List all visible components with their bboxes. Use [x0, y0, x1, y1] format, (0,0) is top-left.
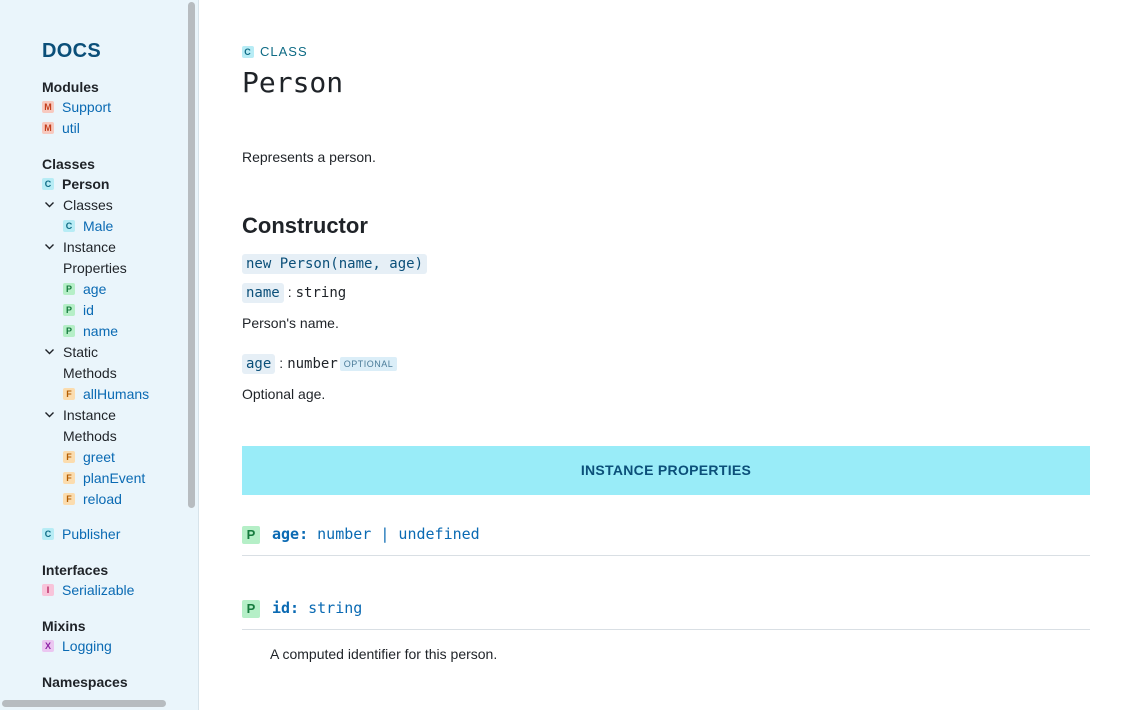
sidebar-item-id[interactable]: Pid: [63, 300, 94, 321]
property-signature: id: string: [272, 599, 362, 617]
sidebar-item-label: Male: [83, 218, 114, 234]
property-icon: P: [63, 325, 75, 338]
chevron-down-icon[interactable]: [44, 346, 55, 357]
class-description: Represents a person.: [242, 149, 376, 165]
param-description: Optional age.: [242, 386, 326, 402]
sidebar-item-label: age: [83, 281, 107, 297]
param-description: Person's name.: [242, 315, 339, 331]
tree-group-instance-properties-line2: Properties: [63, 260, 127, 276]
class-icon: C: [42, 178, 54, 191]
class-icon: C: [242, 45, 254, 58]
sidebar-item-label: Logging: [62, 638, 112, 654]
kind-text: CLASS: [260, 44, 308, 59]
param-type: string: [295, 285, 347, 301]
param-name: name: string: [242, 283, 347, 303]
sidebar-item-label: Serializable: [62, 582, 135, 598]
chevron-down-icon[interactable]: [44, 241, 55, 252]
param-colon: :: [287, 284, 292, 300]
sidebar-item-label: name: [83, 323, 119, 339]
tree-group-instance-methods-line2: Methods: [63, 428, 117, 444]
mixin-icon: X: [42, 640, 54, 653]
property-id[interactable]: P id: string: [242, 595, 1090, 630]
page-title: Person: [242, 66, 344, 99]
tree-group-instance-properties[interactable]: Instance: [63, 237, 116, 258]
kind-label: C CLASS: [242, 44, 308, 59]
function-icon: F: [63, 493, 75, 506]
sidebar-item-name[interactable]: Pname: [63, 321, 118, 342]
section-mixins: Mixins: [42, 618, 86, 634]
property-type: string: [308, 599, 363, 617]
param-name-code: name: [242, 283, 284, 303]
param-age: age: number OPTIONAL: [242, 354, 398, 374]
sidebar-item-allhumans[interactable]: FallHumans: [63, 384, 149, 405]
signature-code: new Person(name, age): [242, 254, 428, 274]
property-type: number | undefined: [317, 525, 480, 543]
section-interfaces: Interfaces: [42, 562, 109, 578]
property-icon: P: [63, 283, 75, 296]
section-namespaces: Namespaces: [42, 674, 128, 690]
sidebar-item-label: Person: [62, 176, 110, 192]
instance-properties-banner: INSTANCE PROPERTIES: [242, 446, 1090, 495]
tree-group-static-methods-line2: Methods: [63, 365, 117, 381]
function-icon: F: [63, 388, 75, 401]
chevron-down-icon[interactable]: [44, 199, 55, 210]
sidebar-item-label: greet: [83, 449, 115, 465]
property-icon: P: [242, 526, 260, 544]
sidebar-item-label: allHumans: [83, 386, 150, 402]
section-modules: Modules: [42, 79, 99, 95]
property-signature: age: number | undefined: [272, 525, 480, 543]
sidebar-item-greet[interactable]: Fgreet: [63, 447, 115, 468]
tree-group-classes[interactable]: Classes: [63, 195, 113, 216]
sidebar-item-publisher[interactable]: C Publisher: [42, 524, 120, 545]
sidebar-item-label: id: [83, 302, 94, 318]
sidebar-item-male[interactable]: C Male: [63, 216, 113, 237]
module-icon: M: [42, 101, 54, 114]
module-icon: M: [42, 122, 54, 135]
sidebar-item-label: reload: [83, 491, 122, 507]
sidebar-item-label: Publisher: [62, 526, 121, 542]
sidebar-item-logging[interactable]: X Logging: [42, 636, 112, 657]
property-icon: P: [63, 304, 75, 317]
sidebar-item-age[interactable]: Page: [63, 279, 106, 300]
property-icon: P: [242, 600, 260, 618]
class-icon: C: [42, 528, 54, 541]
param-name-code: age: [242, 354, 276, 374]
sidebar-item-reload[interactable]: Freload: [63, 489, 122, 510]
function-icon: F: [63, 451, 75, 464]
function-icon: F: [63, 472, 75, 485]
sidebar-item-person[interactable]: C Person: [42, 174, 109, 195]
optional-badge: OPTIONAL: [339, 357, 398, 372]
sidebar-item-label: planEvent: [83, 470, 146, 486]
property-name: age:: [272, 525, 309, 543]
main-content: C CLASS Person Represents a person. Const…: [200, 0, 1131, 710]
sidebar: DOCS Modules M Support Mutil Classes C Per…: [0, 0, 199, 710]
section-classes: Classes: [42, 156, 95, 172]
sidebar-item-support[interactable]: M Support: [42, 97, 111, 118]
chevron-down-icon[interactable]: [44, 409, 55, 420]
property-age[interactable]: P age: number | undefined: [242, 521, 1090, 556]
constructor-heading: Constructor: [242, 213, 368, 238]
property-name: id:: [272, 599, 300, 617]
sidebar-item-label: util: [62, 120, 80, 136]
interface-icon: I: [42, 584, 54, 597]
class-icon: C: [63, 220, 75, 233]
constructor-signature: new Person(name, age): [242, 254, 428, 274]
sidebar-item-serializable[interactable]: I Serializable: [42, 580, 134, 601]
sidebar-vertical-scrollbar[interactable]: [188, 2, 195, 508]
sidebar-item-planevent[interactable]: FplanEvent: [63, 468, 145, 489]
param-type: number: [287, 356, 338, 372]
sidebar-item-label: Support: [62, 99, 112, 115]
property-description: A computed identifier for this person.: [270, 646, 498, 662]
sidebar-horizontal-scrollbar[interactable]: [2, 700, 166, 707]
param-colon: :: [279, 355, 284, 371]
sidebar-item-util[interactable]: Mutil: [42, 118, 80, 139]
tree-group-instance-methods[interactable]: Instance: [63, 405, 116, 426]
brand-logo[interactable]: DOCS: [42, 40, 101, 63]
tree-group-static-methods[interactable]: Static: [63, 342, 98, 363]
